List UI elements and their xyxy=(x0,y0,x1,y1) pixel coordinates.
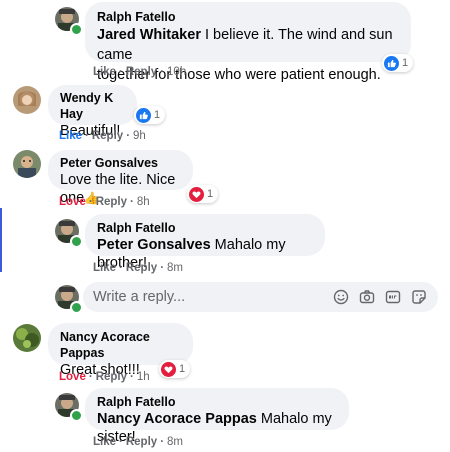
reply-toolbar xyxy=(332,288,428,306)
comment-bubble: Wendy K Hay Beautiful! xyxy=(48,85,137,139)
thread-indicator-line xyxy=(0,208,2,272)
reaction-summary[interactable]: 1 xyxy=(159,360,191,378)
comment-timestamp[interactable]: 10h xyxy=(167,66,186,78)
comment-bubble: Ralph Fatello Jared Whitaker I believe i… xyxy=(85,2,411,83)
comment-actions: Love · Reply · 8h xyxy=(59,196,150,208)
avatar[interactable] xyxy=(13,150,41,178)
like-reaction-icon xyxy=(384,55,399,71)
comment-author[interactable]: Ralph Fatello xyxy=(97,394,337,410)
comment-timestamp[interactable]: 1h xyxy=(137,371,150,383)
avatar[interactable] xyxy=(13,324,41,352)
comment-bubble: Ralph Fatello Peter Gonsalves Mahalo my … xyxy=(85,214,325,271)
mention-link[interactable]: Peter Gonsalves xyxy=(97,237,211,253)
reaction-summary[interactable]: 1 xyxy=(187,185,219,203)
reply-button[interactable]: Reply xyxy=(92,130,123,142)
reaction-count: 1 xyxy=(154,109,161,121)
comment-author[interactable]: Ralph Fatello xyxy=(97,220,313,236)
comment-actions: Like · Reply · 9h xyxy=(59,130,146,142)
camera-icon[interactable] xyxy=(358,288,376,306)
comment-author[interactable]: Nancy Acorace Pappas xyxy=(60,329,181,361)
online-status-icon xyxy=(70,409,83,422)
comment-author[interactable]: Peter Gonsalves xyxy=(60,155,181,171)
comment-author[interactable]: Ralph Fatello xyxy=(97,9,399,25)
online-status-icon xyxy=(70,23,83,36)
reaction-count: 1 xyxy=(207,188,214,200)
online-status-icon xyxy=(70,235,83,248)
comment-bubble: Nancy Acorace Pappas Great shot!!! xyxy=(48,323,193,378)
like-button[interactable]: Like xyxy=(59,130,82,142)
comment-author[interactable]: Wendy K Hay xyxy=(60,90,125,122)
reply-button[interactable]: Reply xyxy=(96,196,127,208)
comment-bubble: Peter Gonsalves Love the lite. Nice one👍 xyxy=(48,150,193,206)
mention-link[interactable]: Jared Whitaker xyxy=(97,27,201,43)
reply-button[interactable]: Reply xyxy=(126,436,157,448)
comment-actions: Like · Reply · 8m xyxy=(93,436,184,448)
comment-timestamp[interactable]: 8m xyxy=(167,436,183,448)
reaction-summary[interactable]: 1 xyxy=(382,54,414,72)
comment-actions: Like · Reply · 8m xyxy=(93,262,184,274)
reaction-count: 1 xyxy=(179,363,186,375)
like-button[interactable]: Like xyxy=(93,66,116,78)
like-button[interactable]: Like xyxy=(93,262,116,274)
mention-link[interactable]: Nancy Acorace Pappas xyxy=(97,411,257,427)
reply-button[interactable]: Reply xyxy=(126,262,157,274)
love-reaction-icon xyxy=(189,186,204,202)
like-reaction-icon xyxy=(136,107,151,123)
love-reaction-icon xyxy=(161,361,176,377)
love-button[interactable]: Love xyxy=(59,196,86,208)
comment-bubble: Ralph Fatello Nancy Acorace Pappas Mahal… xyxy=(85,388,349,445)
gif-icon[interactable] xyxy=(384,288,402,306)
comment-actions: Like · Reply · 10h xyxy=(93,66,187,78)
comment-timestamp[interactable]: 8m xyxy=(167,262,183,274)
reply-placeholder[interactable]: Write a reply... xyxy=(93,289,332,305)
online-status-icon xyxy=(70,301,83,314)
reaction-summary[interactable]: 1 xyxy=(134,106,166,124)
sticker-icon[interactable] xyxy=(410,288,428,306)
avatar[interactable] xyxy=(13,86,41,114)
comment-timestamp[interactable]: 8h xyxy=(137,196,150,208)
love-button[interactable]: Love xyxy=(59,371,86,383)
reply-input[interactable]: Write a reply... xyxy=(83,282,438,312)
emoji-icon[interactable] xyxy=(332,288,350,306)
comment-actions: Love · Reply · 1h xyxy=(59,371,150,383)
like-button[interactable]: Like xyxy=(93,436,116,448)
comment-timestamp[interactable]: 9h xyxy=(133,130,146,142)
reply-button[interactable]: Reply xyxy=(126,66,157,78)
reply-button[interactable]: Reply xyxy=(96,371,127,383)
reaction-count: 1 xyxy=(402,57,409,69)
